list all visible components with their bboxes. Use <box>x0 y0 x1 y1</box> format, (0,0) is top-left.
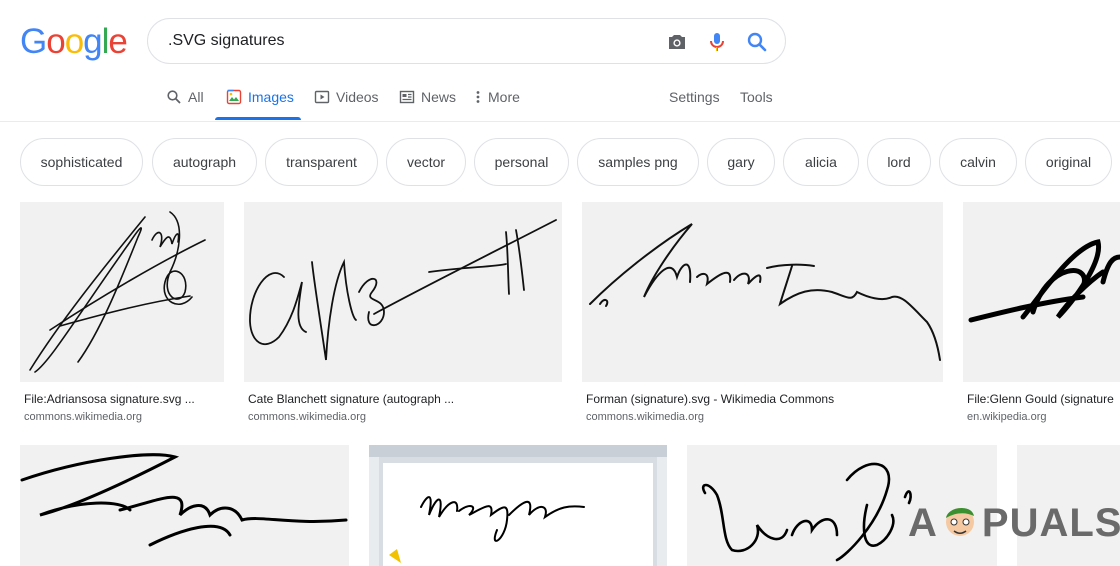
chip[interactable]: vector <box>386 138 466 186</box>
result-source[interactable]: commons.wikimedia.org <box>586 411 704 423</box>
chip[interactable]: lord <box>867 138 931 186</box>
chip[interactable]: sophisticated <box>20 138 143 186</box>
result-thumbnail[interactable] <box>582 202 943 382</box>
result-thumbnail[interactable] <box>244 202 562 382</box>
logo-letter: l <box>101 22 110 61</box>
chip[interactable]: personal <box>474 138 569 186</box>
result-title[interactable]: Forman (signature).svg - Wikimedia Commo… <box>586 392 834 406</box>
video-icon <box>314 89 330 105</box>
image-result[interactable] <box>369 445 667 566</box>
signature-image <box>968 239 1120 323</box>
image-result[interactable]: File:Glenn Gould (signature en.wikipedia… <box>963 202 1120 432</box>
image-result[interactable]: Forman (signature).svg - Wikimedia Commo… <box>582 202 943 432</box>
google-logo[interactable]: Google <box>20 22 128 62</box>
tab-news[interactable]: News <box>399 89 456 105</box>
result-title[interactable]: Cate Blanchett signature (autograph ... <box>248 392 454 406</box>
news-icon <box>399 89 415 105</box>
tab-images[interactable]: Images <box>226 89 294 105</box>
mascot-icon <box>940 500 980 546</box>
image-result[interactable] <box>20 445 349 566</box>
tab-label: All <box>188 89 204 105</box>
screenshot-image <box>369 445 667 566</box>
more-vert-icon <box>474 89 482 105</box>
microphone-icon[interactable] <box>705 30 729 54</box>
image-result[interactable]: Cate Blanchett signature (autograph ... … <box>244 202 562 432</box>
result-title[interactable]: File:Adriansosa signature.svg ... <box>24 392 195 406</box>
result-thumbnail[interactable] <box>369 445 667 566</box>
image-icon <box>226 89 242 105</box>
result-thumbnail[interactable] <box>963 202 1120 382</box>
tab-label: Videos <box>336 89 379 105</box>
chip[interactable]: calvin <box>939 138 1017 186</box>
chip[interactable]: transparent <box>265 138 378 186</box>
tab-label: Images <box>248 89 294 105</box>
chip[interactable]: gary <box>707 138 775 186</box>
tab-more[interactable]: More <box>474 89 520 105</box>
tab-videos[interactable]: Videos <box>314 89 379 105</box>
tab-all[interactable]: All <box>166 89 204 105</box>
logo-letter: o <box>46 22 65 61</box>
chip[interactable]: original <box>1025 138 1112 186</box>
search-box[interactable]: .SVG signatures <box>147 18 786 64</box>
chip[interactable]: samples png <box>577 138 699 186</box>
search-tabs: All Images Videos News More Settings Too… <box>0 80 1120 122</box>
signature-image <box>29 211 206 373</box>
chip[interactable]: alicia <box>783 138 859 186</box>
watermark-letter: A <box>908 500 938 545</box>
tab-label: More <box>488 89 520 105</box>
signature-image <box>589 223 941 361</box>
search-input[interactable]: .SVG signatures <box>168 32 285 50</box>
search-icon[interactable] <box>745 30 769 54</box>
logo-letter: e <box>108 22 127 61</box>
watermark-text: PUALS <box>981 500 1120 545</box>
logo-letter: G <box>20 22 47 61</box>
tab-label: News <box>421 89 457 105</box>
result-title[interactable]: File:Glenn Gould (signature <box>967 392 1114 406</box>
settings-link[interactable]: Settings <box>669 89 720 105</box>
signature-image <box>249 219 557 361</box>
active-tab-indicator <box>215 117 301 120</box>
search-icon <box>166 89 182 105</box>
tools-link[interactable]: Tools <box>740 89 773 105</box>
result-source[interactable]: commons.wikimedia.org <box>248 411 366 423</box>
result-source[interactable]: en.wikipedia.org <box>967 411 1047 423</box>
logo-letter: g <box>83 22 102 61</box>
logo-letter: o <box>64 22 84 61</box>
result-source[interactable]: commons.wikimedia.org <box>24 411 142 423</box>
appuals-watermark: A PUALS <box>908 500 1120 546</box>
camera-icon[interactable] <box>665 30 689 54</box>
chip[interactable]: autograph <box>152 138 257 186</box>
result-thumbnail[interactable] <box>20 445 349 566</box>
signature-image <box>20 453 348 547</box>
result-thumbnail[interactable] <box>20 202 224 382</box>
image-result[interactable]: File:Adriansosa signature.svg ... common… <box>20 202 224 432</box>
